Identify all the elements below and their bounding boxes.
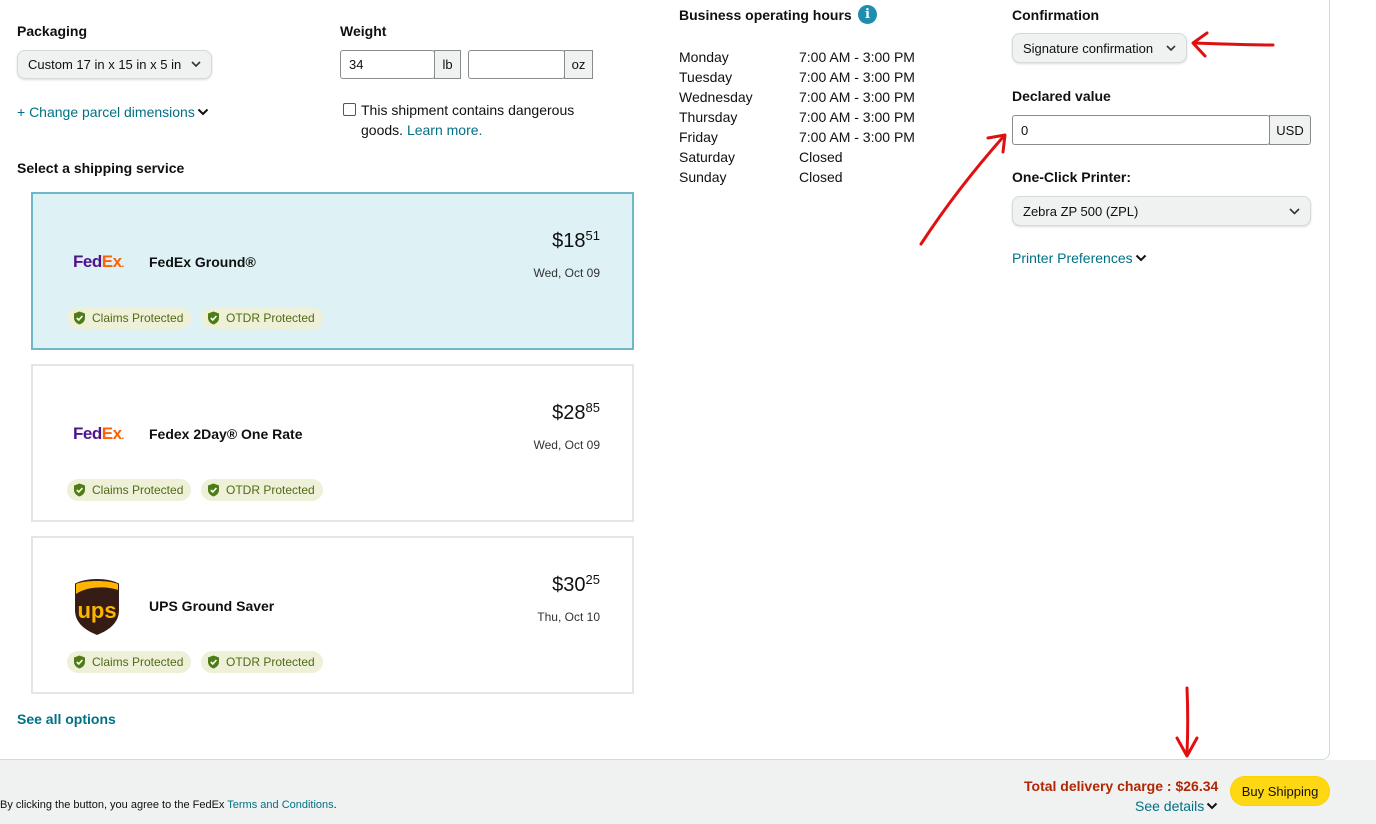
declared-value-label: Declared value [1012, 88, 1111, 104]
hours-time-wednesday: 7:00 AM - 3:00 PM [799, 89, 915, 105]
printer-preferences-link[interactable]: Printer Preferences [1012, 250, 1147, 266]
chevron-down-icon [1207, 802, 1218, 810]
see-details-label: See details [1135, 798, 1205, 814]
confirmation-select[interactable]: Signature confirmation [1012, 33, 1187, 63]
service-name: Fedex 2Day® One Rate [149, 426, 303, 442]
buy-shipping-button[interactable]: Buy Shipping [1230, 776, 1330, 806]
shipping-section-title: Select a shipping service [17, 160, 185, 176]
total-delivery-charge: Total delivery charge : $26.34 [1024, 778, 1219, 794]
svg-text:ups: ups [77, 598, 116, 623]
shield-check-icon [74, 655, 85, 669]
hours-time-friday: 7:00 AM - 3:00 PM [799, 129, 915, 145]
business-hours-title: Business operating hours [679, 7, 852, 23]
hours-day-wednesday: Wednesday [679, 89, 753, 105]
otdr-protected-badge: OTDR Protected [201, 479, 323, 501]
declared-value-input[interactable]: 0 [1012, 115, 1270, 145]
hours-time-sunday: Closed [799, 169, 843, 185]
hours-day-tuesday: Tuesday [679, 69, 733, 85]
service-price: $2885 [552, 400, 600, 424]
packaging-select[interactable]: Custom 17 in x 15 in x 5 in [17, 50, 212, 79]
hours-day-friday: Friday [679, 129, 718, 145]
chevron-down-icon [191, 61, 201, 68]
dangerous-goods-text-goods: goods. [361, 122, 404, 138]
chevron-down-icon [1166, 44, 1176, 51]
ups-logo: ups [75, 579, 119, 635]
shield-check-icon [208, 483, 219, 497]
hours-time-thursday: 7:00 AM - 3:00 PM [799, 109, 915, 125]
service-name: UPS Ground Saver [149, 598, 275, 614]
hours-time-saturday: Closed [799, 149, 843, 165]
fedex-logo: FedEx. [73, 424, 124, 443]
hours-day-sunday: Sunday [679, 169, 727, 185]
declared-value-currency: USD [1269, 115, 1311, 145]
change-dimensions-link[interactable]: + Change parcel dimensions [17, 104, 209, 120]
chevron-down-icon [1289, 207, 1300, 215]
service-price: $3025 [552, 572, 600, 596]
info-icon[interactable]: i [858, 5, 877, 24]
service-delivery-date: Wed, Oct 09 [533, 438, 600, 452]
shield-check-icon [208, 311, 219, 325]
hours-day-monday: Monday [679, 49, 729, 65]
confirmation-label: Confirmation [1012, 7, 1100, 23]
service-delivery-date: Thu, Oct 10 [537, 610, 600, 624]
weight-lb-unit: lb [434, 50, 461, 79]
service-card-fedex-ground[interactable]: FedEx. FedEx Ground® $1851 Wed, Oct 09 C… [31, 192, 634, 350]
claims-protected-badge: Claims Protected [67, 479, 192, 501]
shield-check-icon [74, 483, 85, 497]
terms-text: By clicking the button, you agree to the… [0, 799, 337, 811]
service-name: FedEx Ground® [149, 254, 256, 270]
printer-selected-value: Zebra ZP 500 (ZPL) [1023, 203, 1139, 219]
weight-lb-input[interactable]: 34 [340, 50, 435, 79]
weight-label: Weight [340, 23, 387, 39]
otdr-protected-badge: OTDR Protected [201, 307, 323, 329]
dangerous-goods-checkbox[interactable] [343, 103, 356, 116]
see-details-link[interactable]: See details [1135, 798, 1218, 814]
packaging-label: Packaging [17, 23, 88, 39]
packaging-selected-value: Custom 17 in x 15 in x 5 in [28, 57, 182, 72]
hours-day-saturday: Saturday [679, 149, 736, 165]
hours-time-monday: 7:00 AM - 3:00 PM [799, 49, 915, 65]
shield-check-icon [208, 655, 219, 669]
dangerous-goods-text-line1: This shipment contains dangerous [361, 102, 575, 118]
dangerous-goods-text-line2: goods. Learn more. [361, 122, 482, 138]
printer-select[interactable]: Zebra ZP 500 (ZPL) [1012, 196, 1311, 226]
service-delivery-date: Wed, Oct 09 [533, 266, 600, 280]
right-gutter [1331, 0, 1376, 824]
change-dimensions-label: + Change parcel dimensions [17, 104, 195, 120]
weight-oz-input[interactable] [468, 50, 565, 79]
confirmation-selected-value: Signature confirmation [1023, 40, 1154, 56]
weight-oz-unit: oz [564, 50, 593, 79]
claims-protected-badge: Claims Protected [67, 651, 192, 673]
printer-label: One-Click Printer: [1012, 169, 1132, 185]
chevron-down-icon [1135, 254, 1146, 262]
service-card-fedex-2day[interactable]: FedEx. Fedex 2Day® One Rate $2885 Wed, O… [31, 364, 634, 522]
otdr-protected-badge: OTDR Protected [201, 651, 323, 673]
see-all-options-link[interactable]: See all options [17, 711, 116, 727]
fedex-logo: FedEx. [73, 252, 124, 271]
service-card-ups-ground-saver[interactable]: ups UPS Ground Saver $3025 Thu, Oct 10 C… [31, 536, 634, 694]
shield-check-icon [74, 311, 85, 325]
terms-link[interactable]: Terms and Conditions [227, 799, 333, 811]
chevron-down-icon [197, 108, 209, 116]
claims-protected-badge: Claims Protected [67, 307, 192, 329]
learn-more-link[interactable]: Learn more. [407, 122, 482, 138]
hours-time-tuesday: 7:00 AM - 3:00 PM [799, 69, 915, 85]
printer-preferences-label: Printer Preferences [1012, 250, 1133, 266]
hours-day-thursday: Thursday [679, 109, 738, 125]
service-price: $1851 [552, 228, 600, 252]
